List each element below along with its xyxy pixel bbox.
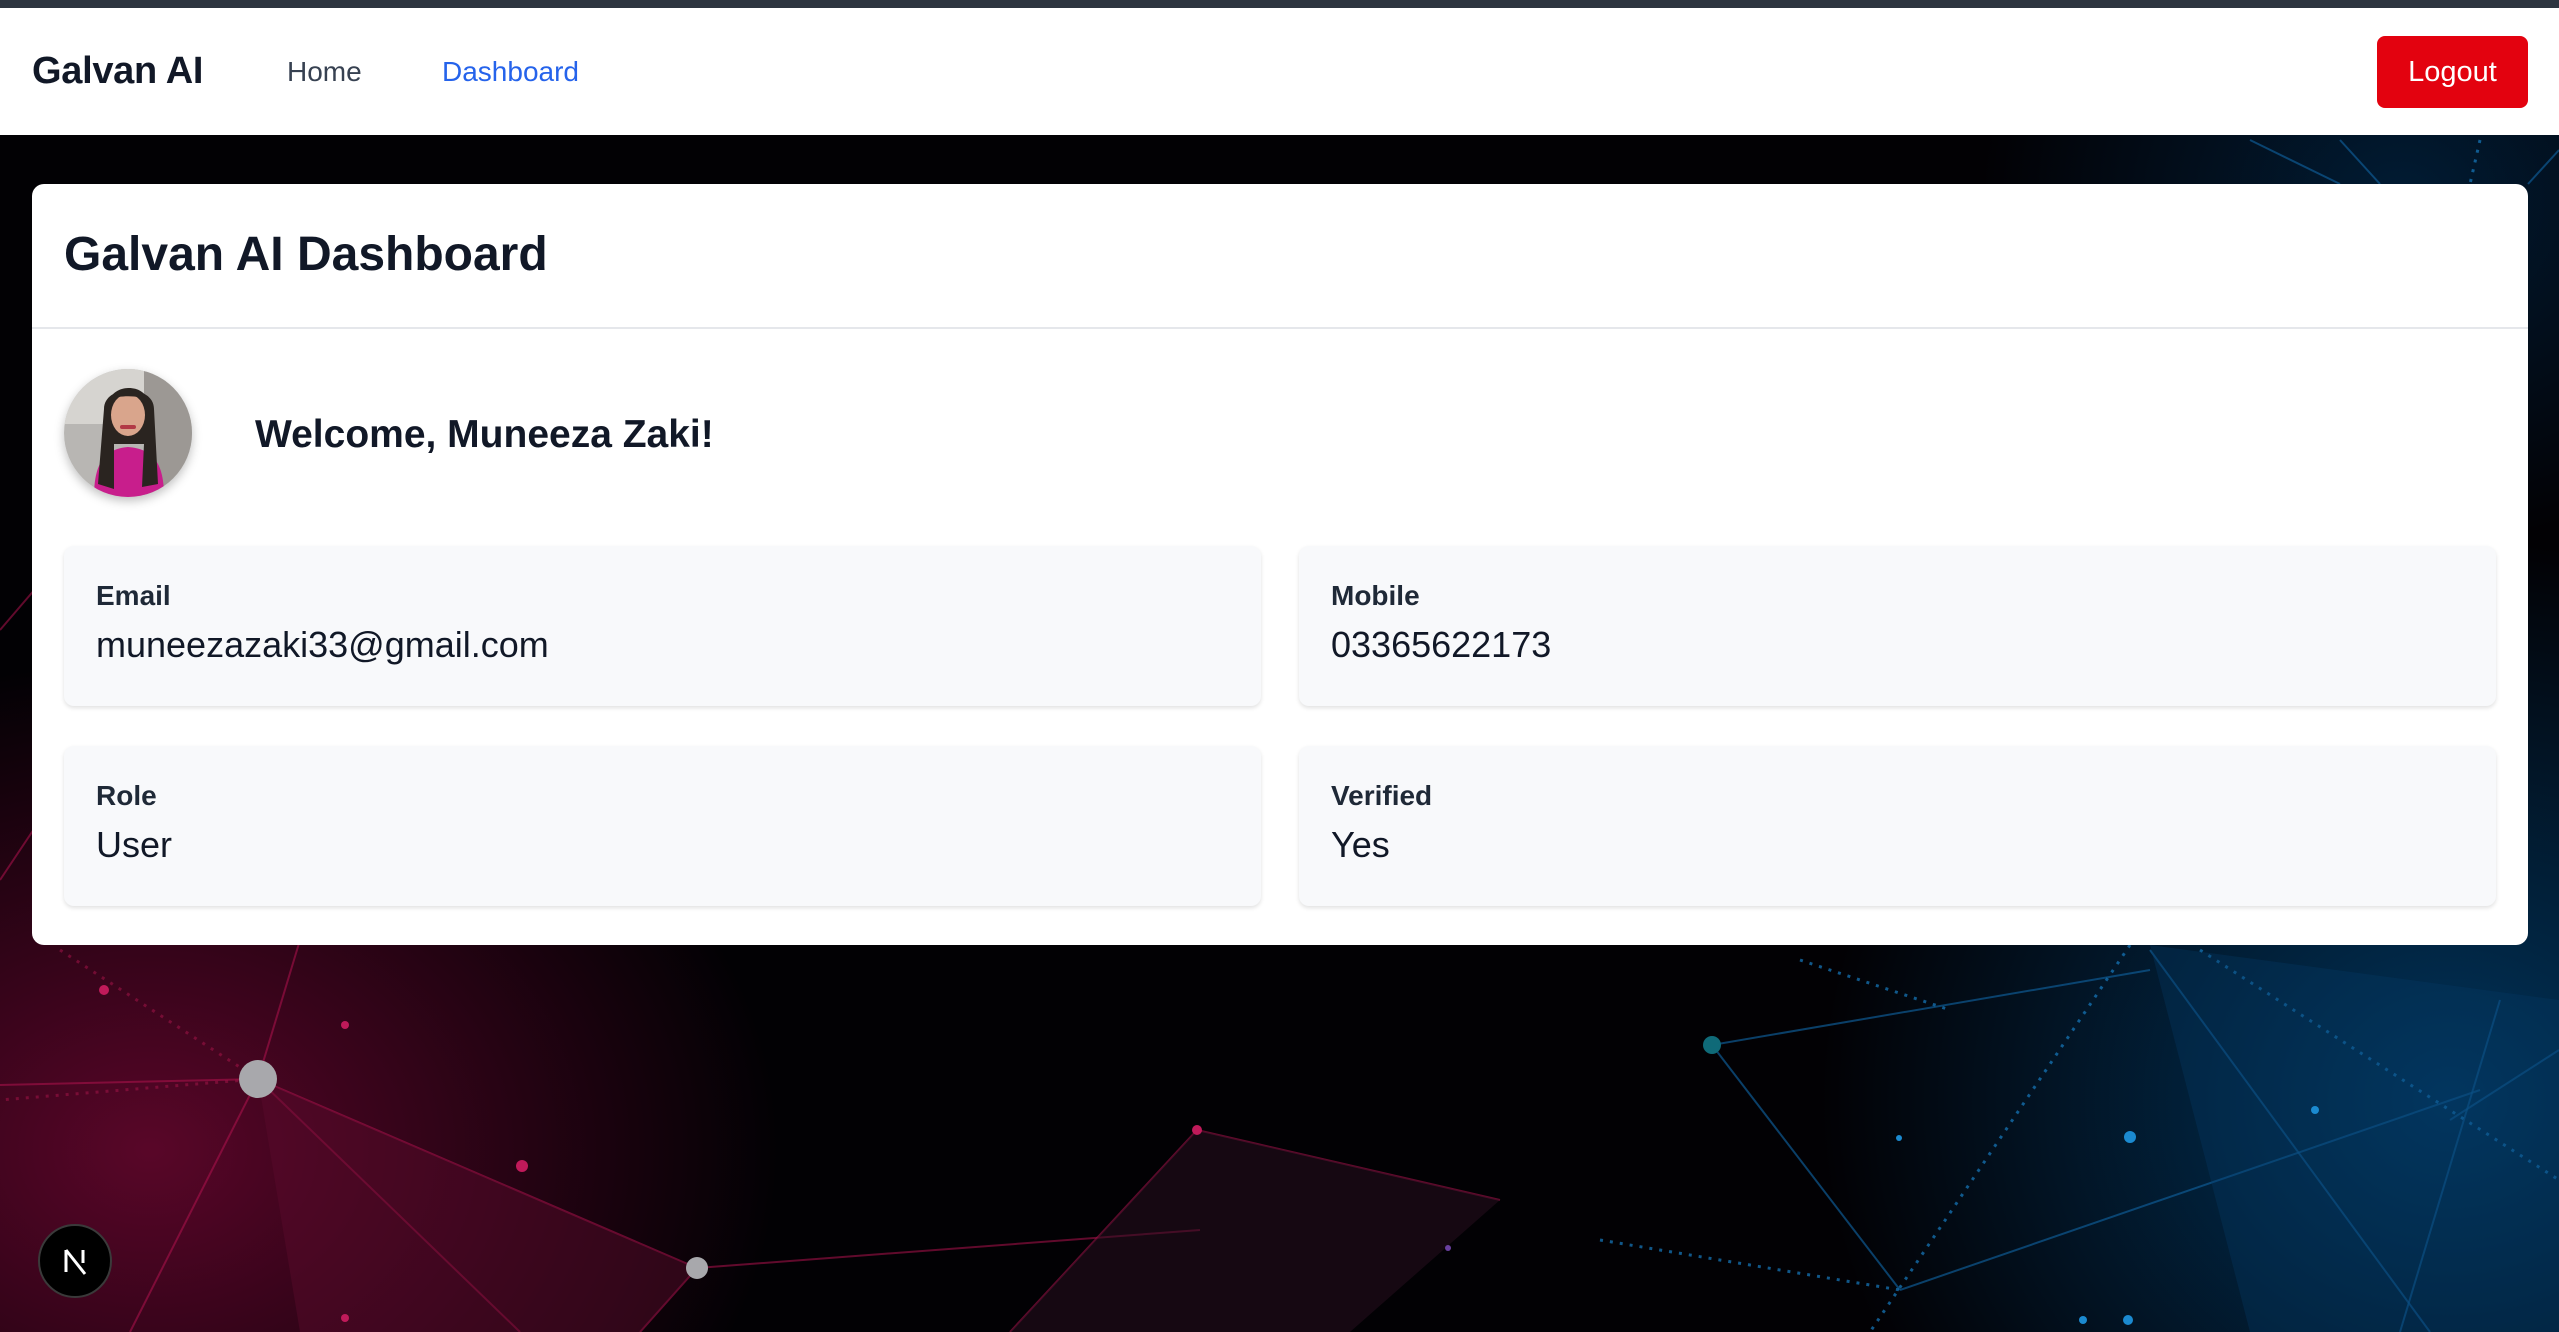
browser-top-strip: [0, 0, 2559, 8]
email-label: Email: [96, 580, 171, 611]
page-title: Galvan AI Dashboard: [64, 228, 548, 281]
nav-link-home[interactable]: Home: [287, 56, 362, 88]
logout-button[interactable]: Logout: [2377, 36, 2528, 108]
role-label: Role: [96, 780, 157, 811]
mobile-field-card: Mobile 03365622173: [1299, 546, 2496, 706]
profile-photo-icon: [64, 369, 192, 497]
email-value: muneezazaki33@gmail.com: [96, 624, 549, 665]
nav-link-dashboard[interactable]: Dashboard: [442, 56, 579, 88]
welcome-message: Welcome, Muneeza Zaki!: [255, 413, 714, 456]
dashboard-card-header: Galvan AI Dashboard: [32, 184, 2528, 329]
email-field-card: Email muneezazaki33@gmail.com: [64, 546, 1261, 706]
nextjs-dev-badge[interactable]: [38, 1224, 112, 1298]
verified-value: Yes: [1331, 824, 1390, 865]
verified-label: Verified: [1331, 780, 1433, 811]
brand-logo-text[interactable]: Galvan AI: [32, 50, 203, 93]
nextjs-logo-icon: [64, 1249, 87, 1275]
mobile-label: Mobile: [1331, 580, 1420, 611]
verified-field-card: Verified Yes: [1299, 746, 2496, 906]
role-field-card: Role User: [64, 746, 1261, 906]
role-value: User: [96, 824, 173, 865]
dashboard-card: Galvan AI Dashboard Welcome, Muneeza Zak…: [32, 184, 2528, 945]
mobile-value: 03365622173: [1331, 624, 1552, 665]
welcome-row: Welcome, Muneeza Zaki!: [64, 369, 1264, 497]
avatar: [64, 369, 192, 497]
top-navbar: Galvan AI Home Dashboard Logout: [0, 8, 2559, 135]
